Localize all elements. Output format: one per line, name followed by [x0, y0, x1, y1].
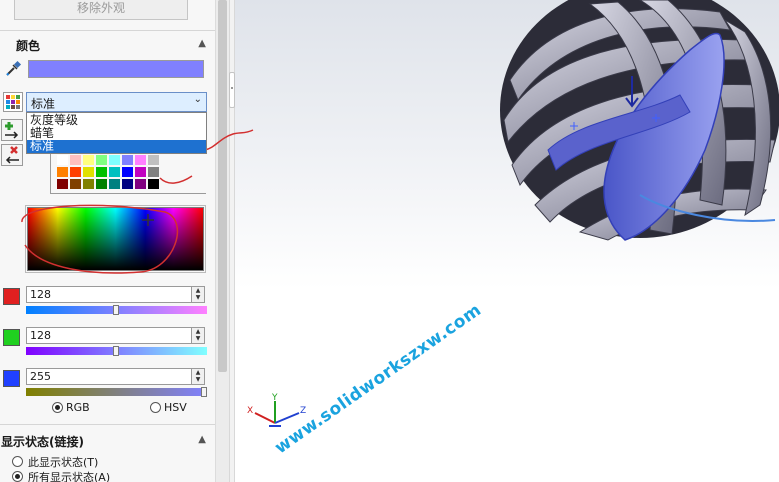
watermark-text: www.solidworkszxw.com: [271, 300, 486, 459]
red-channel-swatch: [3, 288, 20, 305]
blue-slider[interactable]: [26, 388, 207, 396]
color-section-title: 颜色: [16, 39, 41, 53]
spin-up-icon[interactable]: ▲: [192, 287, 204, 294]
panel-scrollbar[interactable]: [215, 0, 229, 482]
green-value-input[interactable]: 128: [26, 327, 192, 344]
color-swatch[interactable]: [56, 154, 69, 166]
add-swatch-button[interactable]: [1, 119, 23, 141]
remove-swatch-button[interactable]: [1, 144, 23, 166]
rgb-mode-radio[interactable]: [52, 402, 63, 413]
current-color-swatch[interactable]: [28, 60, 204, 78]
spin-down-icon[interactable]: ▼: [192, 376, 204, 383]
chevron-up-icon[interactable]: ▲: [198, 434, 206, 445]
chevron-up-icon[interactable]: ▲: [198, 38, 206, 49]
chevron-down-icon[interactable]: ⌄: [194, 94, 202, 105]
spin-up-icon[interactable]: ▲: [192, 328, 204, 335]
red-value-input[interactable]: 128: [26, 286, 192, 303]
color-swatch[interactable]: [95, 178, 108, 190]
color-swatch[interactable]: [108, 178, 121, 190]
triad-z-label: Z: [300, 406, 306, 416]
crosshair-icon[interactable]: [142, 214, 154, 226]
graphics-viewport[interactable]: X Y Z www.solidworkszxw.com: [205, 0, 779, 482]
color-swatch[interactable]: [134, 154, 147, 166]
color-swatch[interactable]: [95, 166, 108, 178]
color-swatch[interactable]: [82, 178, 95, 190]
color-swatch[interactable]: [147, 166, 160, 178]
all-display-states-label: 所有显示状态(A): [28, 471, 111, 482]
color-swatch[interactable]: [56, 166, 69, 178]
blue-spinner[interactable]: ▲ ▼: [191, 368, 205, 385]
color-swatch-grid: [56, 154, 160, 190]
red-slider-thumb[interactable]: [113, 305, 119, 315]
solidworks-window: 移除外观 颜色 ▲ 标准 ⌄ 灰度等级 蜡笔 标准 128 ▲ ▼ 128 ▲ …: [0, 0, 779, 482]
green-spinner[interactable]: ▲ ▼: [191, 327, 205, 344]
color-swatch[interactable]: [121, 166, 134, 178]
spin-up-icon[interactable]: ▲: [192, 369, 204, 376]
color-swatch[interactable]: [56, 178, 69, 190]
rgb-mode-label: RGB: [66, 401, 90, 414]
color-swatch[interactable]: [69, 178, 82, 190]
palette-option-standard[interactable]: 标准: [27, 140, 206, 153]
eyedropper-icon[interactable]: [4, 60, 22, 78]
all-display-states-radio[interactable]: [12, 471, 23, 482]
blue-value-input[interactable]: 255: [26, 368, 192, 385]
spiral-sphere-model[interactable]: [490, 0, 779, 245]
palette-dropdown-list: 灰度等级 蜡笔 标准: [26, 112, 207, 154]
color-swatch[interactable]: [95, 154, 108, 166]
spin-down-icon[interactable]: ▼: [192, 294, 204, 301]
color-swatch[interactable]: [69, 154, 82, 166]
color-swatch[interactable]: [82, 154, 95, 166]
red-spinner[interactable]: ▲ ▼: [191, 286, 205, 303]
color-palette-icon[interactable]: [3, 92, 23, 112]
divider: [0, 30, 215, 31]
palette-select[interactable]: 标准 ⌄: [26, 92, 207, 112]
blue-slider-thumb[interactable]: [201, 387, 207, 397]
spin-down-icon[interactable]: ▼: [192, 335, 204, 342]
palette-select-value: 标准: [31, 97, 56, 111]
appearance-property-panel: 移除外观 颜色 ▲ 标准 ⌄ 灰度等级 蜡笔 标准 128 ▲ ▼ 128 ▲ …: [0, 0, 215, 482]
color-swatch[interactable]: [108, 154, 121, 166]
display-state-section-header[interactable]: 显示状态(链接) ▲: [0, 431, 215, 451]
color-swatch[interactable]: [69, 166, 82, 178]
hsv-mode-radio[interactable]: [150, 402, 161, 413]
color-swatch[interactable]: [147, 178, 160, 190]
blue-channel-swatch: [3, 370, 20, 387]
color-spectrum-picker[interactable]: [27, 207, 204, 271]
triad-x-label: X: [247, 406, 253, 416]
annotation-stroke: [205, 129, 254, 151]
divider: [0, 424, 215, 425]
this-display-state-label: 此显示状态(T): [28, 456, 99, 469]
hsv-mode-label: HSV: [164, 401, 187, 414]
color-swatch[interactable]: [121, 154, 134, 166]
add-swatch-icon: [5, 122, 19, 139]
green-channel-swatch: [3, 329, 20, 346]
color-swatch[interactable]: [121, 178, 134, 190]
panel-scrollbar-thumb[interactable]: [218, 0, 227, 372]
display-state-section-title: 显示状态(链接): [1, 435, 84, 449]
this-display-state-radio[interactable]: [12, 456, 23, 467]
color-swatch[interactable]: [147, 154, 160, 166]
color-swatch[interactable]: [82, 166, 95, 178]
color-section-header[interactable]: 颜色 ▲: [0, 35, 215, 55]
green-slider-thumb[interactable]: [113, 346, 119, 356]
remove-swatch-icon: [5, 146, 19, 164]
color-swatch[interactable]: [108, 166, 121, 178]
color-swatch[interactable]: [134, 178, 147, 190]
color-swatch[interactable]: [134, 166, 147, 178]
remove-appearance-button[interactable]: 移除外观: [14, 0, 188, 20]
triad-y-label: Y: [271, 393, 278, 403]
